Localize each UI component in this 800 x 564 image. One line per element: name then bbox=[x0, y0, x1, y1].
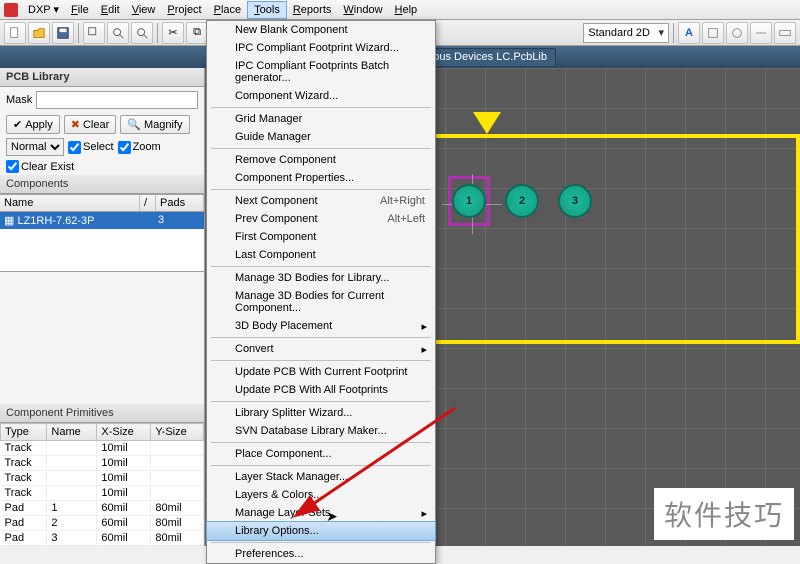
menu-item[interactable]: First Component bbox=[207, 228, 435, 246]
primitive-row[interactable]: Pad160mil80mil bbox=[1, 501, 204, 516]
menu-item[interactable]: Prev ComponentAlt+Left bbox=[207, 210, 435, 228]
menu-item[interactable]: Preferences... bbox=[207, 545, 435, 563]
menu-tools[interactable]: Tools bbox=[247, 1, 287, 19]
tb-zoom-fit[interactable] bbox=[107, 22, 129, 44]
col-xsize[interactable]: X-Size bbox=[97, 424, 151, 441]
menu-item[interactable]: Library Options... bbox=[206, 521, 436, 541]
component-row[interactable]: ▦ LZ1RH-7.62-3P 3 bbox=[0, 212, 204, 229]
menu-item[interactable]: Manage 3D Bodies for Current Component..… bbox=[207, 287, 435, 317]
tools-dropdown: New Blank ComponentIPC Compliant Footpri… bbox=[206, 20, 436, 564]
tb-misc4[interactable] bbox=[774, 22, 796, 44]
tb-misc3[interactable] bbox=[750, 22, 772, 44]
primitive-row[interactable]: Track10mil bbox=[1, 456, 204, 471]
tb-text[interactable]: A bbox=[678, 22, 700, 44]
tb-zoom-area[interactable] bbox=[83, 22, 105, 44]
pad-3[interactable]: 3 bbox=[558, 184, 592, 218]
menu-view[interactable]: View bbox=[126, 2, 162, 18]
menu-item[interactable]: Convert bbox=[207, 340, 435, 358]
magnify-button[interactable]: 🔍 Magnify bbox=[120, 115, 189, 134]
menu-item[interactable]: Place Component... bbox=[207, 445, 435, 463]
primitive-row[interactable]: Track10mil bbox=[1, 486, 204, 501]
menubar: DXP ▾ File Edit View Project Place Tools… bbox=[0, 0, 800, 20]
origin-marker bbox=[473, 112, 501, 134]
mode-select[interactable]: Normal bbox=[6, 138, 64, 156]
components-header: Components bbox=[0, 175, 204, 194]
menu-item[interactable]: New Blank Component bbox=[207, 21, 435, 39]
menu-item[interactable]: Component Properties... bbox=[207, 169, 435, 187]
col-type[interactable]: Type bbox=[1, 424, 47, 441]
menu-item[interactable]: SVN Database Library Maker... bbox=[207, 422, 435, 440]
menu-item[interactable]: Layers & Colors... bbox=[207, 486, 435, 504]
primitives-table: Type Name X-Size Y-Size Track10milTrack1… bbox=[0, 423, 204, 546]
components-columns: Name / Pads bbox=[0, 194, 204, 212]
menu-item[interactable]: Last Component bbox=[207, 246, 435, 264]
primitive-row[interactable]: Track10mil bbox=[1, 471, 204, 486]
pad-1[interactable]: 1 bbox=[452, 184, 486, 218]
col-ysize[interactable]: Y-Size bbox=[151, 424, 204, 441]
menu-item[interactable]: Layer Stack Manager... bbox=[207, 468, 435, 486]
sidebar: PCB Library Mask ✔ Apply ✖ Clear 🔍 Magni… bbox=[0, 68, 205, 546]
view-mode-combo[interactable]: Standard 2D bbox=[583, 23, 669, 43]
cursor-icon: ➤ bbox=[326, 508, 338, 525]
mask-input[interactable] bbox=[36, 91, 198, 109]
menu-item[interactable]: Grid Manager bbox=[207, 110, 435, 128]
menu-item[interactable]: IPC Compliant Footprint Wizard... bbox=[207, 39, 435, 57]
menu-help[interactable]: Help bbox=[389, 2, 424, 18]
menu-item[interactable]: IPC Compliant Footprints Batch generator… bbox=[207, 57, 435, 87]
menu-dxp[interactable]: DXP ▾ bbox=[22, 1, 65, 18]
menu-place[interactable]: Place bbox=[208, 2, 248, 18]
apply-button[interactable]: ✔ Apply bbox=[6, 115, 60, 134]
menu-item[interactable]: Remove Component bbox=[207, 151, 435, 169]
menu-item[interactable]: Component Wizard... bbox=[207, 87, 435, 105]
clearex-check[interactable]: Clear Exist bbox=[6, 160, 74, 173]
menu-project[interactable]: Project bbox=[161, 2, 207, 18]
col-pname[interactable]: Name bbox=[47, 424, 97, 441]
clear-button[interactable]: ✖ Clear bbox=[64, 115, 117, 134]
zoom-check[interactable]: Zoom bbox=[118, 141, 161, 154]
courtyard-outline bbox=[410, 134, 800, 344]
mask-label: Mask bbox=[6, 94, 32, 106]
menu-item[interactable]: Manage Layer Sets bbox=[207, 504, 435, 522]
tb-misc2[interactable] bbox=[726, 22, 748, 44]
menu-file[interactable]: File bbox=[65, 2, 95, 18]
menu-item[interactable]: Update PCB With All Footprints bbox=[207, 381, 435, 399]
components-list[interactable]: ▦ LZ1RH-7.62-3P 3 bbox=[0, 212, 204, 272]
tb-open[interactable] bbox=[28, 22, 50, 44]
select-check[interactable]: Select bbox=[68, 141, 114, 154]
menu-item[interactable]: Guide Manager bbox=[207, 128, 435, 146]
tb-copy[interactable]: ⧉ bbox=[186, 22, 208, 44]
col-pads[interactable]: Pads bbox=[156, 195, 204, 211]
tb-cut[interactable]: ✂ bbox=[162, 22, 184, 44]
primitive-row[interactable]: Track10mil bbox=[1, 441, 204, 456]
menu-edit[interactable]: Edit bbox=[95, 2, 126, 18]
col-name[interactable]: Name bbox=[0, 195, 140, 211]
tb-misc1[interactable] bbox=[702, 22, 724, 44]
primitive-row[interactable]: Pad360mil80mil bbox=[1, 531, 204, 546]
primitives-header: Component Primitives bbox=[0, 404, 204, 423]
menu-window[interactable]: Window bbox=[337, 2, 388, 18]
primitive-row[interactable]: Pad260mil80mil bbox=[1, 516, 204, 531]
menu-item[interactable]: Update PCB With Current Footprint bbox=[207, 363, 435, 381]
tb-new[interactable] bbox=[4, 22, 26, 44]
app-icon bbox=[4, 3, 18, 17]
col-sort[interactable]: / bbox=[140, 195, 156, 211]
tb-zoom-sel[interactable] bbox=[131, 22, 153, 44]
watermark: 软件技巧 bbox=[654, 488, 794, 540]
menu-item[interactable]: Next ComponentAlt+Right bbox=[207, 192, 435, 210]
pad-2[interactable]: 2 bbox=[505, 184, 539, 218]
menu-reports[interactable]: Reports bbox=[287, 2, 338, 18]
panel-title: PCB Library bbox=[0, 68, 204, 87]
menu-item[interactable]: Library Splitter Wizard... bbox=[207, 404, 435, 422]
tb-save[interactable] bbox=[52, 22, 74, 44]
menu-item[interactable]: Manage 3D Bodies for Library... bbox=[207, 269, 435, 287]
menu-item[interactable]: 3D Body Placement bbox=[207, 317, 435, 335]
